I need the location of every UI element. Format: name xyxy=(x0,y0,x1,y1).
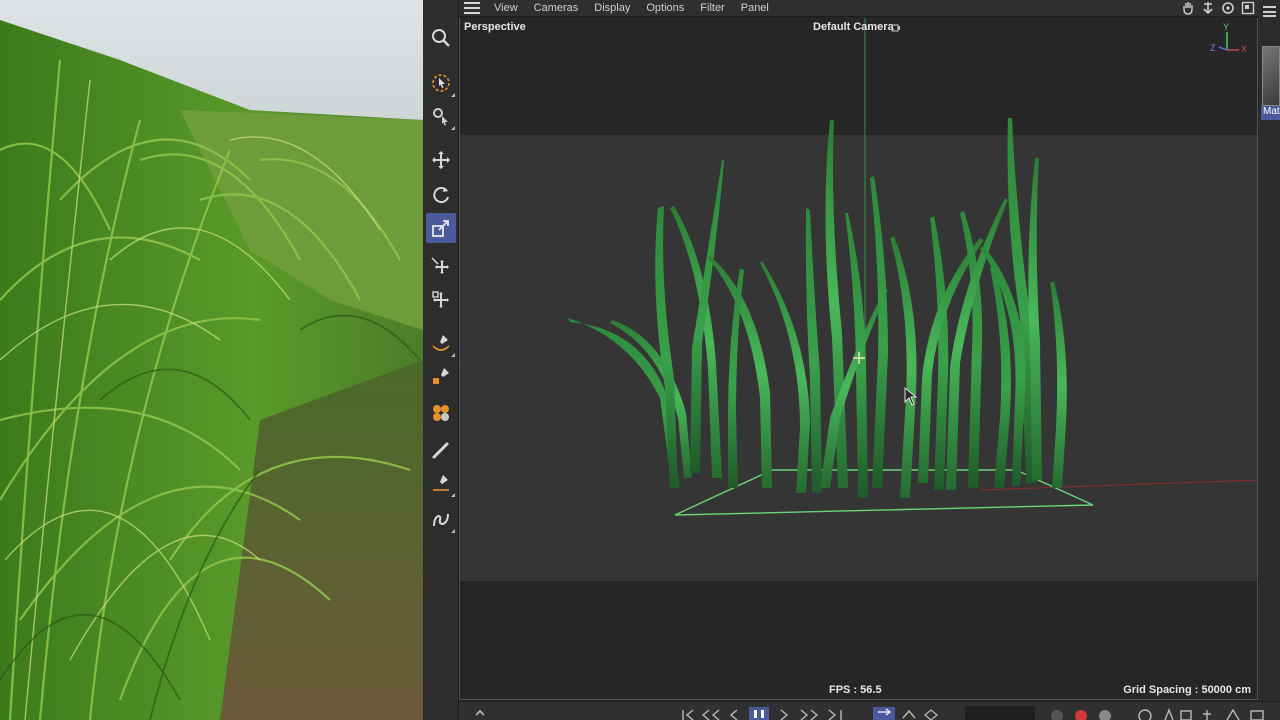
hamburger-menu-icon[interactable] xyxy=(464,2,480,14)
axis-y-label: Y xyxy=(1223,22,1230,32)
scale-icon[interactable] xyxy=(426,213,456,243)
record-controls[interactable] xyxy=(1049,706,1119,720)
spline-icon[interactable] xyxy=(426,504,456,534)
maximize-view-icon[interactable] xyxy=(1241,1,1255,15)
knife-icon[interactable] xyxy=(426,468,456,498)
frame-field[interactable] xyxy=(965,706,1035,720)
selection-settings-icon[interactable] xyxy=(426,101,456,131)
viewport-scene xyxy=(460,18,1257,699)
key-controls[interactable] xyxy=(1135,706,1275,720)
axis-x-label: X xyxy=(1241,44,1248,54)
rotate-icon[interactable] xyxy=(426,180,456,210)
pan-hand-icon[interactable] xyxy=(1181,1,1195,15)
material-name-label[interactable]: Mat xyxy=(1261,106,1280,120)
loop-controls[interactable] xyxy=(873,706,943,720)
brush-icon[interactable] xyxy=(426,435,456,465)
search-icon[interactable] xyxy=(426,23,456,53)
spline-pen-icon[interactable] xyxy=(426,328,456,358)
grid-spacing-readout: Grid Spacing : 50000 cm xyxy=(1123,684,1251,696)
camera-icon xyxy=(891,24,900,32)
tool-palette xyxy=(423,0,459,720)
menu-display[interactable]: Display xyxy=(594,2,630,14)
camera-name-label[interactable]: Default Camera xyxy=(813,21,894,33)
view-name-label[interactable]: Perspective xyxy=(464,21,526,33)
menu-view[interactable]: View xyxy=(494,2,518,14)
menu-options[interactable]: Options xyxy=(646,2,684,14)
dolly-icon[interactable] xyxy=(1201,1,1215,15)
orbit-icon[interactable] xyxy=(1221,1,1235,15)
menu-cameras[interactable]: Cameras xyxy=(534,2,579,14)
playback-controls[interactable] xyxy=(679,706,859,720)
fps-readout: FPS : 56.5 xyxy=(829,684,882,696)
material-thumbnail[interactable] xyxy=(1262,46,1280,106)
3d-viewport[interactable]: Perspective Default Camera Y Z X FPS : 5… xyxy=(459,18,1258,700)
axis-gizmo: Y Z X xyxy=(1205,22,1249,56)
snap-icon[interactable] xyxy=(426,285,456,315)
reference-photo xyxy=(0,0,423,720)
panel-menu-icon[interactable] xyxy=(1263,6,1276,17)
menu-panel[interactable]: Panel xyxy=(741,2,769,14)
move-icon[interactable] xyxy=(426,145,456,175)
transfer-icon[interactable] xyxy=(426,252,456,282)
mograph-icon[interactable] xyxy=(426,397,456,427)
app-window: View Cameras Display Options Filter Pane… xyxy=(0,0,1280,720)
material-panel: Mat xyxy=(1259,0,1280,720)
menu-filter[interactable]: Filter xyxy=(700,2,724,14)
sketch-pen-icon[interactable] xyxy=(426,361,456,391)
live-selection-icon[interactable] xyxy=(426,68,456,98)
timeline-expand-icon[interactable] xyxy=(473,706,487,720)
timeline-bar xyxy=(459,701,1280,720)
axis-z-label: Z xyxy=(1210,43,1216,53)
viewport-menubar: View Cameras Display Options Filter Pane… xyxy=(459,0,1259,17)
